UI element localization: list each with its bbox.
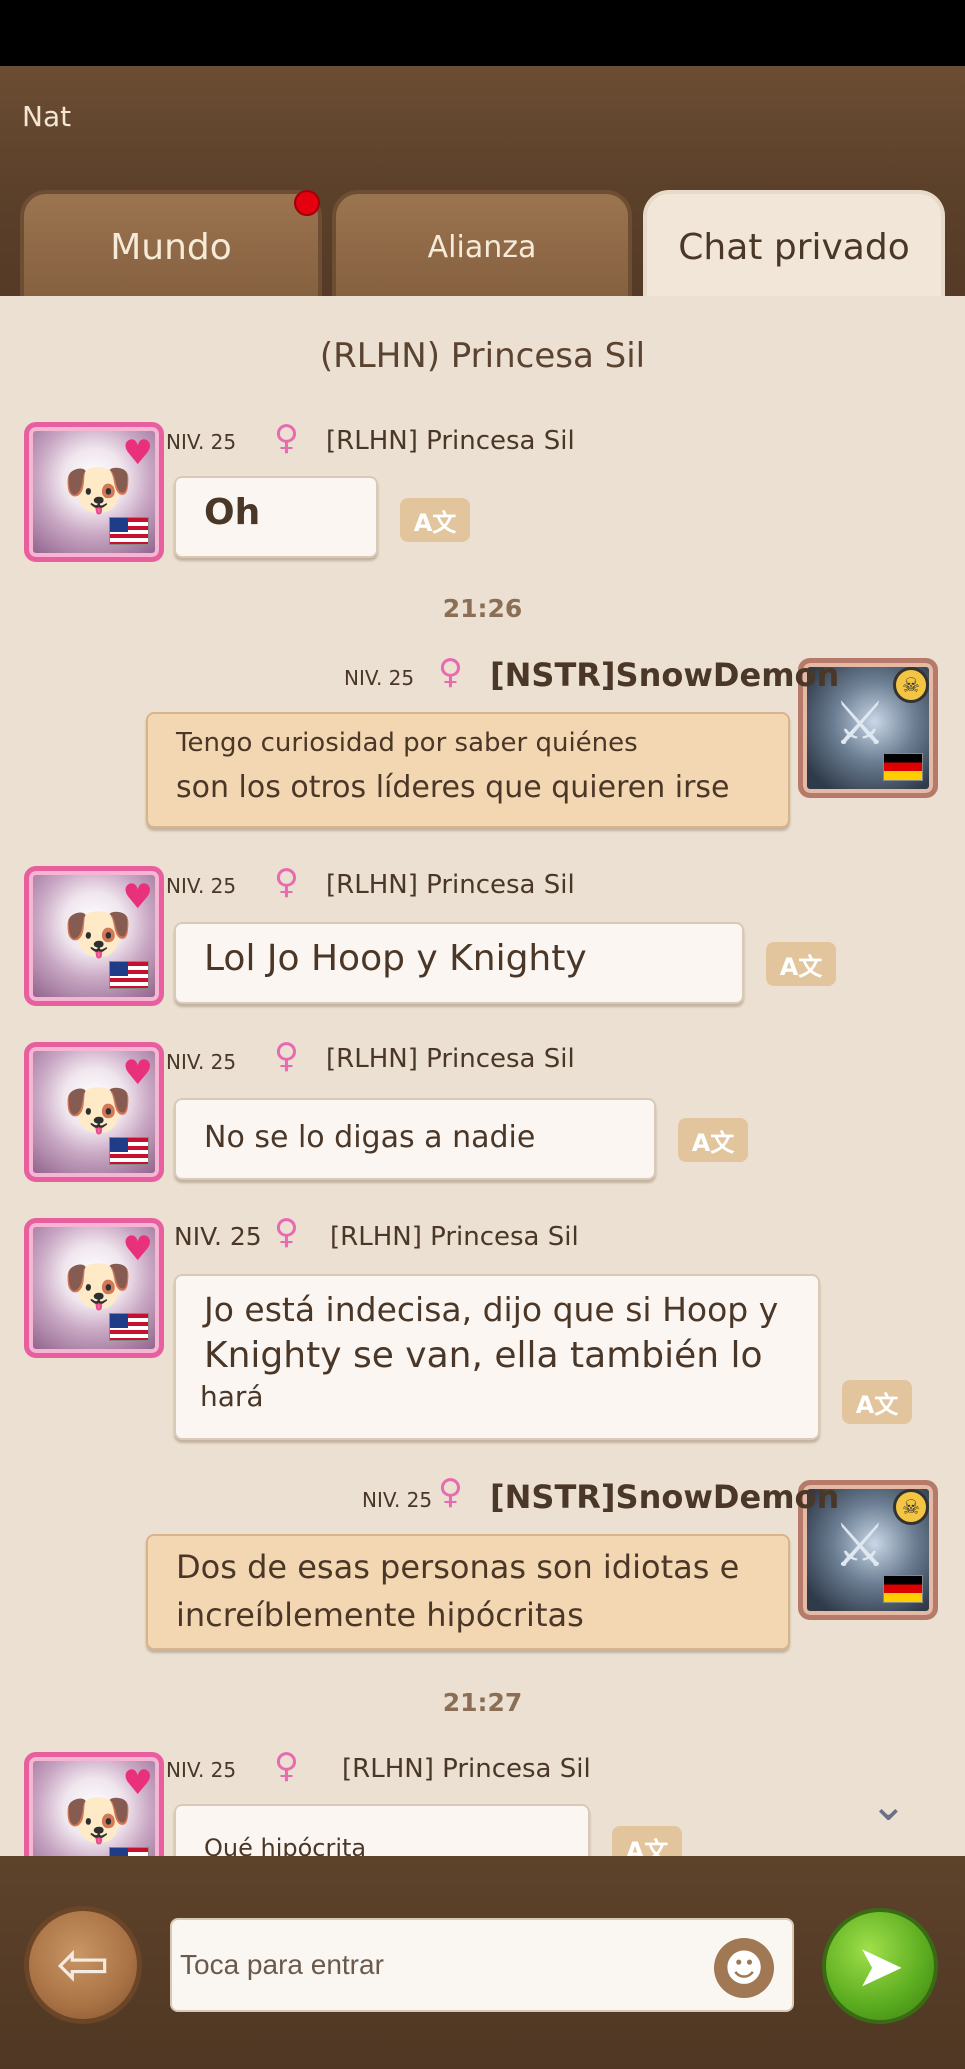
message-input[interactable]: [180, 1920, 720, 2010]
message-text: hará: [200, 1380, 264, 1413]
emoji-icon[interactable]: ☻: [714, 1938, 774, 1998]
message-bubble: Jo está indecisa, dijo que si Hoop y Kni…: [174, 1274, 820, 1440]
de-flag-icon: [883, 753, 923, 781]
back-button[interactable]: ⇦: [24, 1906, 142, 2024]
heart-icon: ♥: [122, 1763, 153, 1803]
us-flag-icon: [109, 961, 149, 989]
player-level: NIV. 25: [166, 874, 237, 898]
player-level: NIV. 25: [344, 666, 415, 690]
send-icon: ➤: [855, 1932, 905, 2000]
us-flag-icon: [109, 1313, 149, 1341]
player-level: NIV. 25: [166, 1050, 237, 1074]
sender-name: [RLHN] Princesa Sil: [326, 426, 575, 456]
message-bubble: Dos de esas personas son idiotas e incre…: [146, 1534, 790, 1650]
sender-name: [RLHN] Princesa Sil: [326, 1044, 575, 1074]
message-text: Lol Jo Hoop y Knighty: [204, 938, 587, 979]
heart-icon: ♥: [122, 1053, 153, 1093]
translate-button[interactable]: A文: [766, 942, 836, 986]
alliance-badge-icon: ☠: [893, 667, 929, 703]
time-separator: 21:26: [442, 594, 523, 623]
message-bubble: Lol Jo Hoop y Knighty: [174, 922, 744, 1004]
us-flag-icon: [109, 517, 149, 545]
message-text: Knighty se van, ella también lo: [204, 1335, 763, 1376]
tab-alianza[interactable]: Alianza: [332, 190, 632, 300]
avatar[interactable]: 🐶 ♥: [24, 866, 164, 1006]
translate-icon: A文: [413, 508, 457, 537]
translate-icon: A文: [691, 1128, 735, 1157]
player-level: NIV. 25: [174, 1222, 262, 1251]
notification-dot: [294, 190, 320, 216]
heart-icon: ♥: [122, 1229, 153, 1269]
chat-area[interactable]: (RLHN) Princesa Sil 🐶 ♥ NIV. 25 ♀ [RLHN]…: [0, 296, 965, 1856]
translate-button[interactable]: A文: [678, 1118, 748, 1162]
female-icon: ♀: [274, 1746, 299, 1786]
player-level: NIV. 25: [362, 1488, 433, 1512]
sender-name: [NSTR]SnowDemon: [490, 1478, 840, 1516]
back-arrow-icon: ⇦: [56, 1928, 110, 2002]
female-icon: ♀: [274, 1212, 299, 1252]
tab-mundo-label: Mundo: [110, 226, 232, 268]
message-bubble: Qué hipócrita: [174, 1804, 590, 1856]
sender-name: [NSTR]SnowDemon: [490, 656, 840, 694]
message-bubble: Oh: [174, 476, 378, 558]
translate-icon: A文: [779, 952, 823, 981]
tab-alianza-label: Alianza: [427, 229, 537, 265]
footer: ⇦ ☻ ➤: [0, 1856, 965, 2069]
tab-mundo[interactable]: Mundo: [20, 190, 322, 300]
message-text: Oh: [204, 492, 261, 533]
sender-name: [RLHN] Princesa Sil: [326, 870, 575, 900]
tab-chat-privado-label: Chat privado: [678, 226, 910, 268]
message-text: son los otros líderes que quieren irse: [176, 770, 730, 805]
message-bubble: Tengo curiosidad por saber quiénes son l…: [146, 712, 790, 828]
message-text: No se lo digas a nadie: [204, 1120, 536, 1155]
us-flag-icon: [109, 1137, 149, 1165]
sender-name: [RLHN] Princesa Sil: [342, 1754, 591, 1784]
message-input-container[interactable]: ☻: [170, 1918, 794, 2012]
female-icon: ♀: [274, 418, 299, 458]
translate-button[interactable]: A文: [400, 498, 470, 542]
heart-icon: ♥: [122, 433, 153, 473]
player-level: NIV. 25: [166, 430, 237, 454]
chat-title: (RLHN) Princesa Sil: [319, 336, 646, 376]
translate-icon: A文: [625, 1836, 669, 1857]
avatar[interactable]: 🐶 ♥: [24, 1042, 164, 1182]
us-flag-icon: [109, 1847, 149, 1856]
status-bar: [0, 0, 965, 66]
player-level: NIV. 25: [166, 1758, 237, 1782]
send-button[interactable]: ➤: [822, 1908, 938, 2024]
chevron-down-icon[interactable]: ⌄: [870, 1780, 907, 1831]
message-text: Qué hipócrita: [204, 1834, 367, 1856]
knight-portrait-icon: ⚔: [833, 689, 887, 759]
translate-button[interactable]: A文: [612, 1826, 682, 1856]
avatar[interactable]: 🐶 ♥: [24, 1218, 164, 1358]
time-separator: 21:27: [442, 1688, 523, 1717]
message-text: Tengo curiosidad por saber quiénes: [176, 728, 638, 758]
avatar[interactable]: 🐶 ♥: [24, 1752, 164, 1856]
translate-button[interactable]: A文: [842, 1380, 912, 1424]
message-text: increíblemente hipócritas: [176, 1596, 584, 1634]
heart-icon: ♥: [122, 877, 153, 917]
tab-chat-privado[interactable]: Chat privado: [643, 190, 945, 300]
avatar[interactable]: 🐶 ♥: [24, 422, 164, 562]
message-bubble: No se lo digas a nadie: [174, 1098, 656, 1180]
sender-name: [RLHN] Princesa Sil: [330, 1222, 579, 1252]
female-icon: ♀: [438, 652, 463, 692]
message-text: Jo está indecisa, dijo que si Hoop y: [204, 1290, 779, 1329]
female-icon: ♀: [274, 862, 299, 902]
player-name: Nat: [22, 100, 72, 133]
knight-portrait-icon: ⚔: [833, 1511, 887, 1581]
message-text: Dos de esas personas son idiotas e: [176, 1548, 740, 1586]
translate-icon: A文: [855, 1390, 899, 1419]
header: Nat Mundo Alianza Chat privado: [0, 66, 965, 300]
female-icon: ♀: [438, 1472, 463, 1512]
de-flag-icon: [883, 1575, 923, 1603]
female-icon: ♀: [274, 1036, 299, 1076]
alliance-badge-icon: ☠: [893, 1489, 929, 1525]
